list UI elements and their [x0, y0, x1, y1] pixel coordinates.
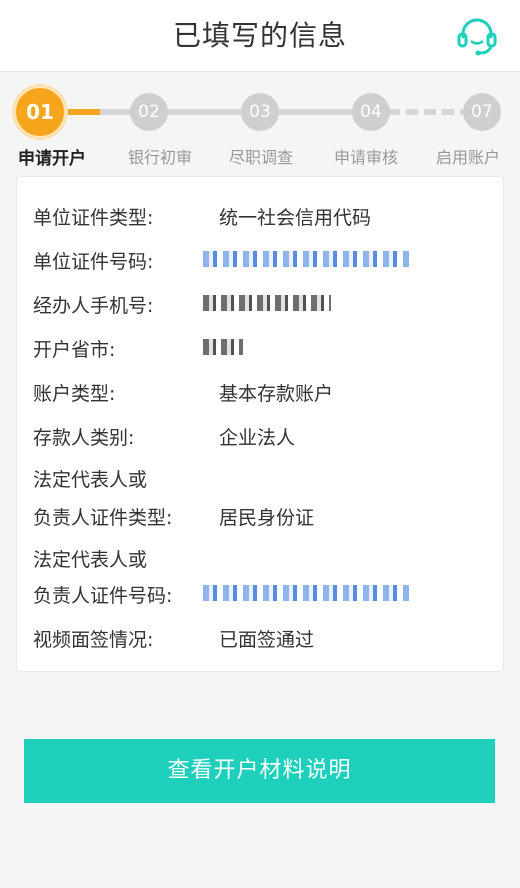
field-value: 已面签通过 — [219, 629, 315, 651]
step-label-bank-review: 银行初审 — [127, 148, 192, 167]
field-label: 存款人类别: — [33, 427, 135, 449]
step-07: 07 — [463, 93, 501, 131]
step-label-due-diligence: 尽职调查 — [228, 148, 293, 167]
masked-unit-cert-no — [203, 251, 409, 267]
field-label: 视频面签情况: — [33, 629, 154, 651]
field-label: 法定代表人或 — [33, 549, 148, 571]
masked-province-city — [203, 339, 243, 355]
view-materials-button[interactable]: 查看开户材料说明 — [24, 739, 495, 803]
field-label: 单位证件号码: — [33, 251, 154, 273]
step-line-done — [64, 109, 100, 115]
field-label: 账户类型: — [33, 383, 116, 405]
field-value: 统一社会信用代码 — [219, 207, 372, 229]
step-01: 01 — [16, 88, 64, 136]
field-label: 经办人手机号: — [33, 295, 154, 317]
field-value: 基本存款账户 — [219, 383, 334, 405]
progress-steps: 01 02 03 04 07 申请开户 银行初审 尽职调查 申请审核 启用账户 — [0, 72, 520, 172]
step-04: 04 — [352, 93, 390, 131]
customer-service-headset-icon[interactable] — [456, 16, 498, 56]
step-02: 02 — [130, 93, 168, 131]
masked-operator-phone — [203, 295, 331, 311]
field-label: 开户省市: — [33, 339, 116, 361]
page-title: 已填写的信息 — [172, 19, 347, 52]
field-label: 单位证件类型: — [33, 207, 154, 229]
masked-legal-rep-cert-no — [203, 585, 409, 601]
step-line-dashed — [388, 109, 468, 115]
step-label-audit: 申请审核 — [333, 148, 398, 167]
field-label: 负责人证件号码: — [33, 585, 173, 607]
step-label-activate: 启用账户 — [435, 148, 500, 167]
field-label: 法定代表人或 — [33, 469, 148, 491]
header-bar: 已填写的信息 — [0, 0, 520, 72]
step-03: 03 — [241, 93, 279, 131]
field-label: 负责人证件类型: — [33, 507, 173, 529]
info-card: 单位证件类型: 统一社会信用代码 单位证件号码: 经办人手机号: 开户省市: 账… — [16, 176, 504, 672]
field-value: 企业法人 — [219, 427, 296, 449]
field-value: 居民身份证 — [219, 507, 315, 529]
step-label-apply: 申请开户 — [18, 149, 86, 169]
